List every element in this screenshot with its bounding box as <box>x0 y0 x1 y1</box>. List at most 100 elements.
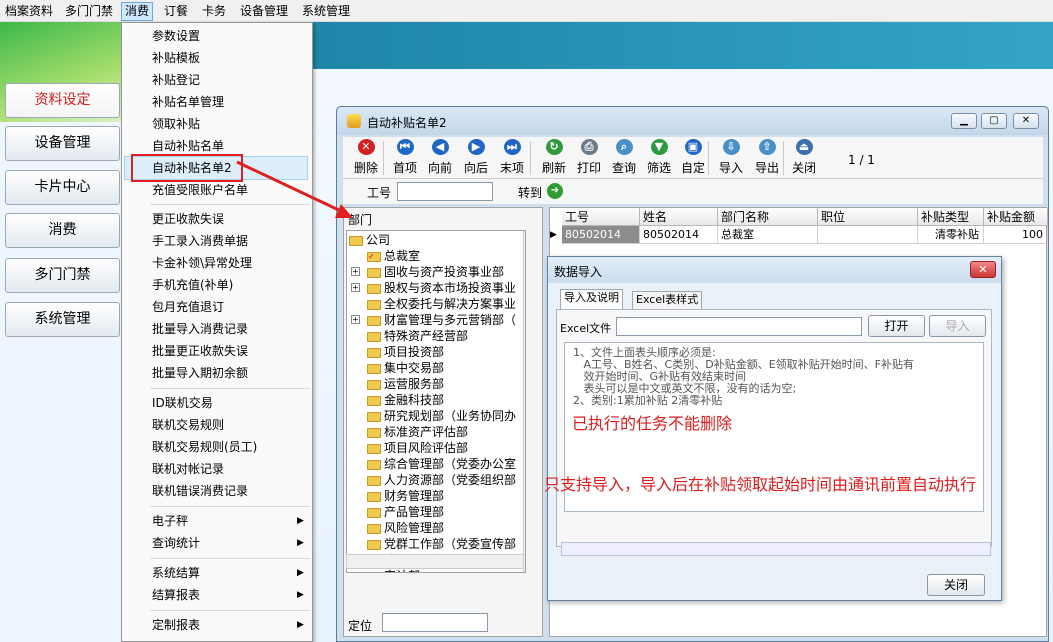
search-button[interactable]: ⌕ 查询 <box>607 139 641 179</box>
grid-cell[interactable]: 清零补贴 <box>918 226 984 244</box>
grid-cell[interactable]: 100 <box>984 226 1048 244</box>
dropdown-item[interactable]: 联机交易规则 <box>152 414 224 436</box>
grid-cell[interactable]: 总裁室 <box>718 226 818 244</box>
dropdown-submenu[interactable]: 系统结算 <box>152 562 200 584</box>
dropdown-item[interactable]: 联机对帐记录 <box>152 458 224 480</box>
grid-cell[interactable]: 80502014 <box>640 226 718 244</box>
excel-file-input[interactable] <box>616 317 862 336</box>
grid-cell[interactable]: 80502014 <box>562 226 640 244</box>
tree-node[interactable]: 产品管理部 <box>367 504 444 520</box>
dropdown-item[interactable]: 手机充值(补单) <box>152 274 233 296</box>
import-button[interactable]: 导入 <box>929 315 986 337</box>
grid-column-header[interactable]: 姓名 <box>640 208 718 226</box>
dropdown-item[interactable]: 参数设置 <box>152 25 200 47</box>
menu-card[interactable]: 卡务 <box>199 3 229 20</box>
dropdown-item[interactable]: 补贴登记 <box>152 69 200 91</box>
first-button[interactable]: ⏮ 首项 <box>388 139 422 179</box>
print-button[interactable]: ⎙ 打印 <box>572 139 606 179</box>
menu-archive[interactable]: 档案资料 <box>2 3 56 20</box>
next-button[interactable]: ▶ 向后 <box>459 139 493 179</box>
go-arrow-icon[interactable]: ➜ <box>547 183 563 199</box>
tree-node[interactable]: 研究规划部（业务协同办 <box>367 408 516 424</box>
nav-consume[interactable]: 消费 <box>5 213 120 248</box>
tree-node[interactable]: 财务管理部 <box>367 488 444 504</box>
tree-node[interactable]: 风险管理部 <box>367 520 444 536</box>
tree-horizontal-scrollbar[interactable] <box>346 554 524 569</box>
dropdown-item[interactable]: 包月充值退订 <box>152 296 224 318</box>
expand-icon[interactable]: + <box>351 283 360 292</box>
tree-vertical-scrollbar[interactable] <box>523 231 525 572</box>
locate-input[interactable] <box>382 613 488 632</box>
menu-device[interactable]: 设备管理 <box>237 3 291 20</box>
window-titlebar[interactable]: 自动补贴名单2 ▁ ▢ ✕ <box>337 107 1048 135</box>
dropdown-item[interactable]: 批量导入期初余额 <box>152 362 248 384</box>
dropdown-item[interactable]: 补贴名单管理 <box>152 91 224 113</box>
prev-button[interactable]: ◀ 向前 <box>423 139 457 179</box>
dialog-close-button[interactable]: 关闭 <box>927 574 985 596</box>
tree-node[interactable]: 固收与资产投资事业部 <box>367 264 504 280</box>
tree-node[interactable]: 金融科技部 <box>367 392 444 408</box>
nav-system-management[interactable]: 系统管理 <box>5 302 120 337</box>
dropdown-item[interactable]: 补贴模板 <box>152 47 200 69</box>
grid-column-header[interactable]: 职位 <box>818 208 918 226</box>
close-door-button[interactable]: ⏏ 关闭 <box>787 139 821 179</box>
menu-multi-door[interactable]: 多门门禁 <box>62 3 116 20</box>
dropdown-item[interactable]: 充值受限账户名单 <box>152 179 248 201</box>
grid-column-header[interactable]: 补贴类型 <box>918 208 984 226</box>
dropdown-item[interactable]: ID联机交易 <box>152 392 213 414</box>
dropdown-item[interactable]: 联机交易规则(员工) <box>152 436 257 458</box>
dropdown-submenu[interactable]: 结算报表 <box>152 584 200 606</box>
refresh-button[interactable]: ↻ 刷新 <box>537 139 571 179</box>
dialog-titlebar[interactable]: 数据导入 ✕ <box>548 257 1001 283</box>
nav-data-settings[interactable]: 资料设定 <box>5 83 120 118</box>
employee-id-input[interactable] <box>397 182 493 201</box>
filter-button[interactable]: ▼ 筛选 <box>642 139 676 179</box>
grid-cell[interactable] <box>818 226 918 244</box>
grid-column-header[interactable]: 补贴金额 <box>984 208 1048 226</box>
dropdown-item[interactable]: 批量更正收款失误 <box>152 340 248 362</box>
import-button[interactable]: ⇩ 导入 <box>714 139 748 179</box>
menu-ordering[interactable]: 订餐 <box>161 3 191 20</box>
minimize-icon[interactable]: ▁ <box>951 113 977 129</box>
expand-icon[interactable]: + <box>351 267 360 276</box>
tab-import-instructions[interactable]: 导入及说明 <box>560 289 623 309</box>
tab-excel-format[interactable]: Excel表样式 <box>632 291 703 309</box>
tree-node[interactable]: ✓ 总裁室 <box>367 248 420 264</box>
tree-node[interactable]: 运营服务部 <box>367 376 444 392</box>
grid-column-header[interactable]: 工号 <box>562 208 640 226</box>
last-button[interactable]: ⏭ 末项 <box>495 139 529 179</box>
expand-icon[interactable]: + <box>351 315 360 324</box>
dropdown-item[interactable]: 更正收款失误 <box>152 208 224 230</box>
maximize-icon[interactable]: ▢ <box>981 113 1007 129</box>
tree-node[interactable]: 集中交易部 <box>367 360 444 376</box>
tree-node[interactable]: 项目投资部 <box>367 344 444 360</box>
nav-card-center[interactable]: 卡片中心 <box>5 170 120 205</box>
tree-node[interactable]: 项目风险评估部 <box>367 440 468 456</box>
tree-node[interactable]: 综合管理部（党委办公室 <box>367 456 516 472</box>
dropdown-submenu[interactable]: 电子秤 <box>152 510 188 532</box>
tree-node[interactable]: 标准资产评估部 <box>367 424 468 440</box>
close-icon[interactable]: ✕ <box>1013 113 1039 129</box>
grid-column-header[interactable]: 部门名称 <box>718 208 818 226</box>
tree-node[interactable]: 党群工作部（党委宣传部 <box>367 536 516 552</box>
tree-node[interactable]: 财富管理与多元营销部（ <box>367 312 516 328</box>
menu-system[interactable]: 系统管理 <box>299 3 353 20</box>
dropdown-item[interactable]: 卡金补领\异常处理 <box>152 252 252 274</box>
menu-consume[interactable]: 消费 <box>121 2 154 21</box>
open-button[interactable]: 打开 <box>868 315 925 337</box>
dropdown-item[interactable]: 批量导入消费记录 <box>152 318 248 340</box>
dropdown-item[interactable]: 联机错误消费记录 <box>152 480 248 502</box>
custom-button[interactable]: ▣ 自定 <box>676 139 710 179</box>
dropdown-submenu[interactable]: 查询统计 <box>152 532 200 554</box>
nav-device-management[interactable]: 设备管理 <box>5 126 120 161</box>
tree-node[interactable]: 公司 <box>349 232 390 248</box>
nav-multi-door[interactable]: 多门门禁 <box>5 258 120 293</box>
tree-node[interactable]: 股权与资本市场投资事业 <box>367 280 516 296</box>
tree-node[interactable]: 特殊资产经营部 <box>367 328 468 344</box>
tree-node[interactable]: 人力资源部（党委组织部 <box>367 472 516 488</box>
dropdown-item[interactable]: 手工录入消费单据 <box>152 230 248 252</box>
dropdown-item[interactable]: 领取补贴 <box>152 113 200 135</box>
dialog-close-icon[interactable]: ✕ <box>970 261 996 278</box>
export-button[interactable]: ⇧ 导出 <box>750 139 784 179</box>
dropdown-submenu[interactable]: 定制报表 <box>152 614 200 636</box>
